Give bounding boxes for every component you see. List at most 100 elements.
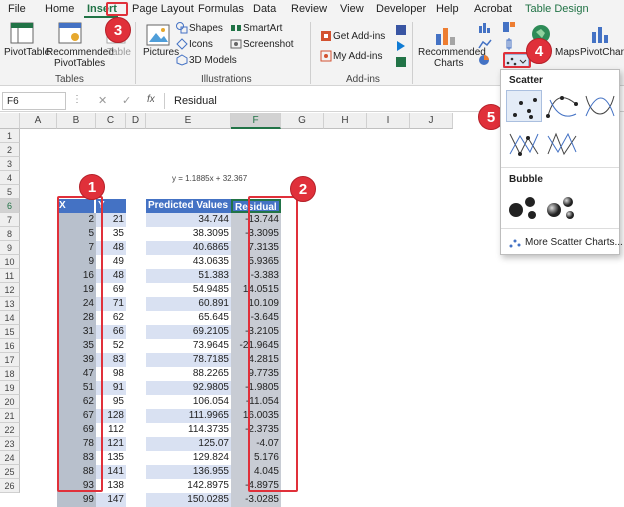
column-header[interactable]: F [231, 113, 281, 129]
y-cell[interactable]: 147 [96, 493, 126, 507]
row-header[interactable]: 7 [0, 213, 20, 227]
pie-chart-icon[interactable] [478, 54, 492, 69]
row-header[interactable]: 21 [0, 409, 20, 423]
row-header[interactable]: 17 [0, 353, 20, 367]
cancel-icon[interactable]: ✕ [98, 94, 107, 107]
row-header[interactable]: 3 [0, 157, 20, 171]
predicted-header[interactable]: Predicted Values [146, 199, 231, 213]
name-box[interactable]: F6 [2, 92, 66, 110]
predicted-cell[interactable]: 136.955 [146, 465, 231, 479]
menu-file[interactable]: File [8, 3, 26, 15]
predicted-cell[interactable]: 51.383 [146, 269, 231, 283]
row-header[interactable]: 4 [0, 171, 20, 185]
get-addins-button[interactable]: Get Add-ins [333, 31, 385, 42]
predicted-cell[interactable]: 88.2265 [146, 367, 231, 381]
menu-acrobat[interactable]: Acrobat [474, 3, 512, 15]
row-header[interactable]: 13 [0, 297, 20, 311]
predicted-cell[interactable]: 34.744 [146, 213, 231, 227]
scatter-markers-option[interactable] [506, 90, 542, 122]
predicted-cell[interactable]: 142.8975 [146, 479, 231, 493]
menu-page-layout[interactable]: Page Layout [132, 3, 194, 15]
predicted-cell[interactable]: 125.07 [146, 437, 231, 451]
smartart-button[interactable]: SmartArt [243, 23, 282, 34]
menu-data[interactable]: Data [253, 3, 276, 15]
hierarchy-chart-icon[interactable] [502, 21, 516, 36]
row-header[interactable]: 24 [0, 451, 20, 465]
menu-view[interactable]: View [340, 3, 364, 15]
row-header[interactable]: 25 [0, 465, 20, 479]
select-all-corner[interactable] [0, 113, 20, 129]
scatter-smooth-lines-option[interactable] [582, 90, 618, 122]
row-header[interactable]: 19 [0, 381, 20, 395]
row-header[interactable]: 12 [0, 283, 20, 297]
column-header[interactable]: B [57, 113, 96, 129]
row-header[interactable]: 11 [0, 269, 20, 283]
row-header[interactable]: 20 [0, 395, 20, 409]
scatter-smooth-lines-markers-option[interactable] [544, 90, 580, 122]
scatter-straight-lines-markers-option[interactable] [506, 128, 542, 160]
row-header[interactable]: 14 [0, 311, 20, 325]
row-header[interactable]: 8 [0, 227, 20, 241]
predicted-cell[interactable]: 111.9965 [146, 409, 231, 423]
formula-input[interactable]: Residual [174, 95, 217, 107]
recommended-charts-button[interactable]: Recommended [418, 47, 486, 58]
row-header[interactable]: 10 [0, 255, 20, 269]
row-header[interactable]: 1 [0, 129, 20, 143]
enter-icon[interactable]: ✓ [122, 94, 131, 107]
recommended-pivottables-button[interactable]: Recommended [46, 47, 114, 58]
column-header[interactable]: I [367, 113, 410, 129]
menu-developer[interactable]: Developer [376, 3, 426, 15]
predicted-cell[interactable]: 114.3735 [146, 423, 231, 437]
predicted-cell[interactable]: 60.891 [146, 297, 231, 311]
insert-function-icon[interactable]: fx [147, 94, 155, 105]
table-button[interactable]: Table [107, 47, 131, 58]
predicted-cell[interactable]: 78.7185 [146, 353, 231, 367]
column-header[interactable]: C [96, 113, 126, 129]
predicted-cell[interactable]: 92.9805 [146, 381, 231, 395]
menu-table-design[interactable]: Table Design [525, 3, 589, 15]
my-addins-button[interactable]: My Add-ins [333, 51, 382, 62]
bubble-option[interactable] [506, 190, 542, 222]
shapes-button[interactable]: Shapes [189, 23, 223, 34]
more-scatter-charts-link[interactable]: More Scatter Charts... [525, 237, 623, 248]
column-header[interactable]: A [20, 113, 57, 129]
row-header[interactable]: 15 [0, 325, 20, 339]
row-header[interactable]: 6 [0, 199, 20, 213]
maps-button[interactable]: Maps [555, 47, 579, 58]
column-chart-icon[interactable] [478, 21, 492, 36]
row-header[interactable]: 9 [0, 241, 20, 255]
menu-help[interactable]: Help [436, 3, 459, 15]
row-header[interactable]: 2 [0, 143, 20, 157]
row-header[interactable]: 26 [0, 479, 20, 493]
predicted-cell[interactable]: 65.645 [146, 311, 231, 325]
column-header[interactable]: E [146, 113, 231, 129]
3d-bubble-option[interactable] [544, 190, 580, 222]
scatter-straight-lines-option[interactable] [544, 128, 580, 160]
predicted-cell[interactable]: 106.054 [146, 395, 231, 409]
row-header[interactable]: 23 [0, 437, 20, 451]
column-header[interactable]: G [281, 113, 324, 129]
more-options-icon[interactable]: ⋮ [72, 94, 82, 105]
predicted-cell[interactable]: 54.9485 [146, 283, 231, 297]
column-header[interactable]: D [126, 113, 146, 129]
predicted-cell[interactable]: 69.2105 [146, 325, 231, 339]
statistic-chart-icon[interactable] [502, 38, 516, 53]
column-header[interactable]: J [410, 113, 453, 129]
screenshot-button[interactable]: Screenshot [243, 39, 294, 50]
row-header[interactable]: 18 [0, 367, 20, 381]
predicted-cell[interactable]: 129.824 [146, 451, 231, 465]
row-header[interactable]: 16 [0, 339, 20, 353]
predicted-cell[interactable]: 40.6865 [146, 241, 231, 255]
menu-review[interactable]: Review [291, 3, 327, 15]
pivottable-button[interactable]: PivotTable [4, 47, 50, 58]
column-header[interactable]: H [324, 113, 367, 129]
residual-cell[interactable]: -3.0285 [231, 493, 281, 507]
row-header[interactable]: 5 [0, 185, 20, 199]
predicted-cell[interactable]: 150.0285 [146, 493, 231, 507]
pivotchart-button[interactable]: PivotChart [580, 47, 624, 58]
predicted-cell[interactable]: 43.0635 [146, 255, 231, 269]
predicted-cell[interactable]: 73.9645 [146, 339, 231, 353]
menu-home[interactable]: Home [45, 3, 74, 15]
line-chart-icon[interactable] [478, 38, 492, 53]
predicted-cell[interactable]: 38.3095 [146, 227, 231, 241]
